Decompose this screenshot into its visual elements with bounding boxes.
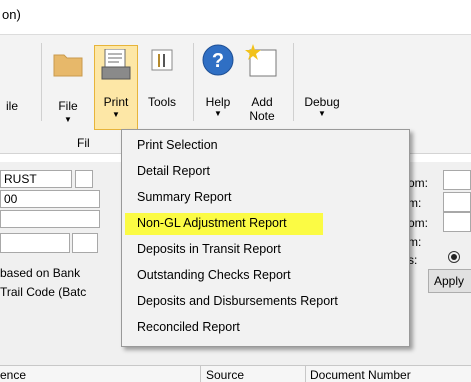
chevron-down-icon: ▼ xyxy=(214,109,222,118)
menu-item-deposits-and-disbursements-report[interactable]: Deposits and Disbursements Report xyxy=(137,294,338,308)
from-field-2[interactable] xyxy=(443,212,471,232)
print-button[interactable]: Print ▼ xyxy=(94,45,138,130)
ribbon-separator xyxy=(193,43,194,121)
debug-button-label: Debug xyxy=(304,95,340,109)
chevron-down-icon: ▼ xyxy=(318,109,326,118)
print-button-label: Print xyxy=(103,95,129,109)
to-field-1[interactable] xyxy=(443,192,471,212)
menu-item-deposits-in-transit-report[interactable]: Deposits in Transit Report xyxy=(137,242,281,256)
to-label-2: m: xyxy=(408,235,422,249)
fourth-field[interactable] xyxy=(0,233,70,253)
column-header-document-number[interactable]: Document Number xyxy=(310,368,411,382)
tools-button-label: Tools xyxy=(147,95,176,109)
add-note-label-line1: Add xyxy=(251,95,273,109)
menu-item-summary-report[interactable]: Summary Report xyxy=(137,190,231,204)
help-button[interactable]: ? Help ▼ xyxy=(200,44,236,119)
column-header-source[interactable]: Source xyxy=(206,368,244,382)
debug-button[interactable]: Debug ▼ xyxy=(302,95,342,119)
apply-button[interactable]: Apply xyxy=(428,269,471,293)
window-title: on) xyxy=(2,7,21,22)
column-separator[interactable] xyxy=(305,366,306,382)
grid-header: ence Source Document Number xyxy=(0,365,471,382)
column-separator[interactable] xyxy=(200,366,201,382)
tools-icon xyxy=(151,49,173,71)
apply-button-label: Apply xyxy=(434,274,465,288)
add-note-button[interactable]: Add Note xyxy=(240,44,284,123)
chevron-down-icon: ▼ xyxy=(112,110,120,119)
tools-button[interactable]: Tools xyxy=(143,49,181,109)
column-header-reference[interactable]: ence xyxy=(0,368,26,382)
account-field-value: RUST xyxy=(4,172,37,186)
to-label-1: m: xyxy=(408,196,422,210)
from-label-2: om: xyxy=(408,216,429,230)
from-label-1: om: xyxy=(408,176,429,190)
based-on-bank-label: based on Bank xyxy=(0,266,81,280)
lookup-button[interactable] xyxy=(75,170,93,188)
add-note-icon xyxy=(245,44,277,77)
trail-code-label: Trail Code (Batc xyxy=(0,285,87,299)
chevron-down-icon: ▼ xyxy=(64,115,72,124)
partial-button-label: ile xyxy=(6,99,19,113)
from-field-1[interactable] xyxy=(443,170,471,190)
menu-item-print-selection[interactable]: Print Selection xyxy=(137,138,218,152)
menu-item-non-gl-adjustment-report[interactable]: Non-GL Adjustment Report xyxy=(137,216,287,230)
title-bar: on) xyxy=(0,0,471,35)
third-field[interactable] xyxy=(0,210,100,228)
menu-item-reconciled-report[interactable]: Reconciled Report xyxy=(137,320,240,334)
folder-icon xyxy=(53,54,83,77)
help-button-label: Help xyxy=(205,95,231,109)
ribbon-separator xyxy=(41,43,42,121)
file-button-label: File xyxy=(58,99,78,113)
status-radio[interactable] xyxy=(448,251,460,263)
partial-ribbon-button[interactable]: ile xyxy=(6,99,18,113)
menu-item-detail-report[interactable]: Detail Report xyxy=(137,164,210,178)
svg-text:?: ? xyxy=(212,50,224,72)
fifth-field[interactable] xyxy=(72,233,98,253)
ribbon-group-label: Fil xyxy=(77,136,90,150)
menu-item-outstanding-checks-report[interactable]: Outstanding Checks Report xyxy=(137,268,291,282)
second-field-value: 00 xyxy=(4,192,18,206)
help-icon: ? xyxy=(202,44,234,76)
second-field[interactable]: 00 xyxy=(0,190,100,208)
print-dropdown-menu: Print Selection Detail Report Summary Re… xyxy=(121,129,410,347)
account-field[interactable]: RUST xyxy=(0,170,72,188)
ribbon-separator xyxy=(293,43,294,121)
add-note-label-line2: Note xyxy=(249,109,275,123)
printer-icon xyxy=(101,49,131,80)
